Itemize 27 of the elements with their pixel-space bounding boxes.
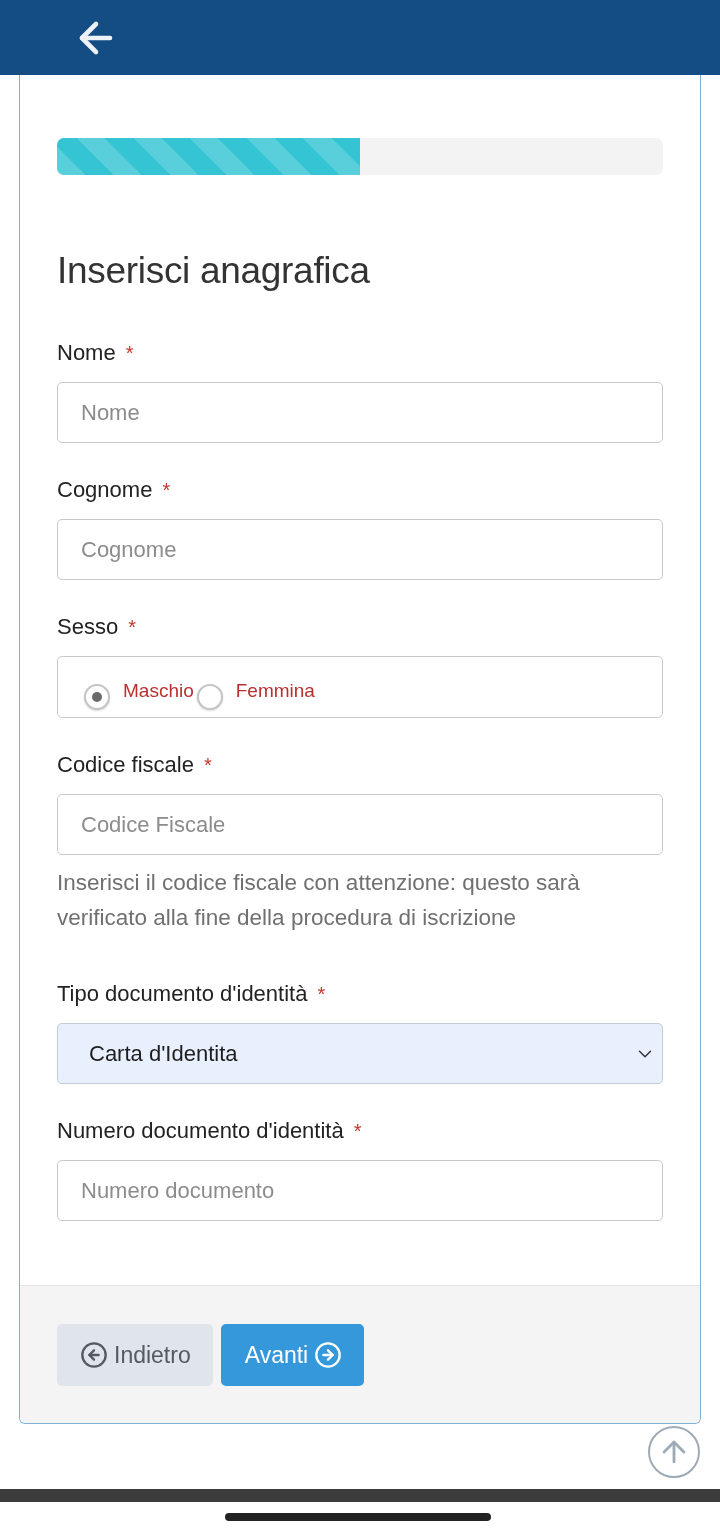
required-asterisk: * xyxy=(203,753,212,778)
required-asterisk: * xyxy=(353,1119,362,1144)
input-field[interactable]: Nome xyxy=(57,382,663,443)
select-field[interactable]: Carta d'Identita xyxy=(57,1023,663,1084)
radio-option[interactable]: Maschio xyxy=(84,678,194,708)
field-label: Nome xyxy=(57,339,116,367)
required-asterisk: * xyxy=(317,982,326,1007)
field-label: Codice fiscale xyxy=(57,751,194,779)
field-label: Tipo documento d'identità xyxy=(57,980,308,1008)
circle-arrow-left-icon xyxy=(80,1341,108,1369)
required-asterisk: * xyxy=(128,615,136,640)
input-field[interactable]: Cognome xyxy=(57,519,663,580)
next-button[interactable]: Avanti xyxy=(220,1324,365,1386)
field-label: Sesso xyxy=(57,613,119,641)
required-asterisk: * xyxy=(162,478,171,503)
back-button[interactable]: Indietro xyxy=(57,1324,213,1386)
field-label: Numero documento d'identità xyxy=(57,1117,344,1145)
page-title: Inserisci anagrafica xyxy=(57,249,371,293)
radio-icon[interactable] xyxy=(196,684,223,710)
input-field[interactable]: Codice Fiscale xyxy=(57,794,663,855)
radio-option[interactable]: Femmina xyxy=(196,678,315,708)
radio-icon[interactable] xyxy=(84,684,110,710)
circle-arrow-right-icon xyxy=(314,1341,343,1369)
field-label: Cognome xyxy=(57,476,153,504)
input-field[interactable]: Numero documento xyxy=(57,1160,663,1221)
required-asterisk: * xyxy=(125,341,134,366)
help-text: Inserisci il codice fiscale con attenzione: questo sarà verificato alla fine della procedura di iscrizione xyxy=(57,869,581,932)
